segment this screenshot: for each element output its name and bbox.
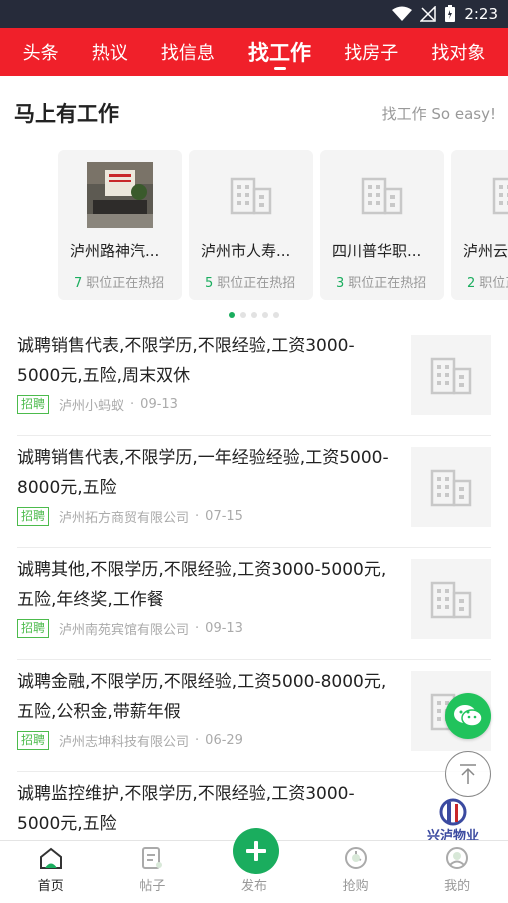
company-card[interactable]: 泸州市人寿... 5 职位正在热招 xyxy=(189,150,313,300)
tab-headlines[interactable]: 头条 xyxy=(23,28,59,76)
building-placeholder-icon xyxy=(411,335,491,415)
job-listing[interactable]: 诚聘销售代表,不限学历,不限经验,工资3000-5000元,五险,周末双休 招聘… xyxy=(17,325,491,436)
section-title: 马上有工作 xyxy=(14,102,119,126)
job-title: 诚聘销售代表,不限学历,一年经验经验,工资5000-8000元,五险 xyxy=(17,448,389,498)
building-placeholder-icon xyxy=(480,162,508,228)
building-placeholder-icon xyxy=(218,162,284,228)
job-meta: 招聘 泸州南苑宾馆有限公司 · 09-13 xyxy=(17,619,243,638)
job-meta: 招聘 泸州拓方商贸有限公司 · 07-15 xyxy=(17,507,243,526)
status-bar: 2:23 xyxy=(0,0,508,28)
building-placeholder-icon xyxy=(411,559,491,639)
profile-icon xyxy=(445,844,469,872)
battery-icon xyxy=(444,5,456,23)
post-icon xyxy=(141,844,163,872)
section-header: 马上有工作 找工作 So easy! xyxy=(0,76,508,150)
arrow-up-icon xyxy=(460,764,476,784)
job-count: 3 职位正在热招 xyxy=(336,276,427,291)
tab-hot-discussion[interactable]: 热议 xyxy=(92,28,128,76)
wechat-icon xyxy=(454,705,483,727)
company-card[interactable]: 泸州云 2职位正 xyxy=(451,150,508,300)
nav-label: 我的 xyxy=(444,879,471,894)
status-time: 2:23 xyxy=(464,5,498,23)
carousel-dot[interactable] xyxy=(262,312,268,318)
carousel-indicator xyxy=(0,306,508,324)
company-carousel[interactable]: 泸州路神汽... 7 职位正在热招 泸州市人寿... 5 职位正在热招 四川普华职.… xyxy=(0,150,508,300)
company-name: 泸州路神汽... xyxy=(70,242,160,260)
job-listing[interactable]: 诚聘金融,不限学历,不限经验,工资5000-8000元,五险,公积金,带薪年假 … xyxy=(17,661,491,772)
job-date: 09-13 xyxy=(140,397,178,412)
job-meta: 招聘 泸州志坤科技有限公司 · 06-29 xyxy=(17,731,243,750)
company-card[interactable]: 泸州路神汽... 7 职位正在热招 xyxy=(58,150,182,300)
job-count: 7 职位正在热招 xyxy=(74,276,165,291)
job-company: 泸州小蚂蚁 xyxy=(59,399,125,414)
recruit-tag: 招聘 xyxy=(17,507,50,526)
carousel-dot[interactable] xyxy=(240,312,246,318)
job-count: 5 职位正在热招 xyxy=(205,276,296,291)
carousel-dot[interactable] xyxy=(229,312,235,318)
nav-label: 帖子 xyxy=(139,879,166,894)
job-meta: 招聘 泸州小蚂蚁 · 09-13 xyxy=(17,395,178,414)
job-listing[interactable]: 诚聘其他,不限学历,不限经验,工资3000-5000元,五险,年终奖,工作餐 招… xyxy=(17,549,491,660)
job-date: 09-13 xyxy=(205,621,243,636)
plus-icon xyxy=(246,841,266,861)
nav-home[interactable]: 首页 xyxy=(0,841,102,903)
publish-button[interactable] xyxy=(233,828,279,874)
carousel-dot[interactable] xyxy=(273,312,279,318)
building-placeholder-icon xyxy=(349,162,415,228)
home-icon xyxy=(39,844,63,872)
job-date: 07-15 xyxy=(205,509,243,524)
company-name: 四川普华职... xyxy=(332,242,422,260)
job-title: 诚聘金融,不限学历,不限经验,工资5000-8000元,五险,公积金,带薪年假 xyxy=(17,672,387,722)
job-date: 06-29 xyxy=(205,733,243,748)
tab-find-house[interactable]: 找房子 xyxy=(344,28,398,76)
nav-profile[interactable]: 我的 xyxy=(406,841,508,903)
job-company: 泸州拓方商贸有限公司 xyxy=(59,511,190,526)
section-subtitle[interactable]: 找工作 So easy! xyxy=(382,103,496,124)
nav-label: 首页 xyxy=(37,879,64,894)
tab-find-partner[interactable]: 找对象 xyxy=(431,28,485,76)
company-card[interactable]: 四川普华职... 3 职位正在热招 xyxy=(320,150,444,300)
recruit-tag: 招聘 xyxy=(17,619,50,638)
job-title: 诚聘监控维护,不限学历,不限经验,工资3000-5000元,五险 xyxy=(17,784,355,834)
job-company: 泸州志坤科技有限公司 xyxy=(59,735,190,750)
tab-find-info[interactable]: 找信息 xyxy=(161,28,215,76)
wechat-share-button[interactable] xyxy=(445,693,491,739)
nav-flash-sale[interactable]: 抢购 xyxy=(305,841,407,903)
nav-label: 发布 xyxy=(240,879,267,894)
nav-posts[interactable]: 帖子 xyxy=(102,841,204,903)
flash-sale-icon xyxy=(344,844,368,872)
building-placeholder-icon xyxy=(411,447,491,527)
brand-watermark-logo: 兴泸物业 xyxy=(420,798,486,844)
job-company: 泸州南苑宾馆有限公司 xyxy=(59,623,190,638)
job-count: 2职位正 xyxy=(467,276,508,291)
recruit-tag: 招聘 xyxy=(17,731,50,750)
recruit-tag: 招聘 xyxy=(17,395,50,414)
job-listing[interactable]: 诚聘销售代表,不限学历,一年经验经验,工资5000-8000元,五险 招聘 泸州… xyxy=(17,437,491,548)
job-title: 诚聘其他,不限学历,不限经验,工资3000-5000元,五险,年终奖,工作餐 xyxy=(17,560,387,610)
company-photo xyxy=(87,162,153,228)
company-name: 泸州市人寿... xyxy=(201,242,291,260)
company-name: 泸州云 xyxy=(463,242,508,260)
back-to-top-button[interactable] xyxy=(445,751,491,797)
nav-label: 抢购 xyxy=(342,879,369,894)
carousel-dot[interactable] xyxy=(251,312,257,318)
category-tabs: 头条 热议 找信息 找工作 找房子 找对象 xyxy=(0,28,508,76)
wifi-icon xyxy=(392,6,413,22)
tab-find-job[interactable]: 找工作 xyxy=(248,28,311,76)
no-signal-icon xyxy=(420,6,437,22)
job-title: 诚聘销售代表,不限学历,不限经验,工资3000-5000元,五险,周末双休 xyxy=(17,336,355,386)
